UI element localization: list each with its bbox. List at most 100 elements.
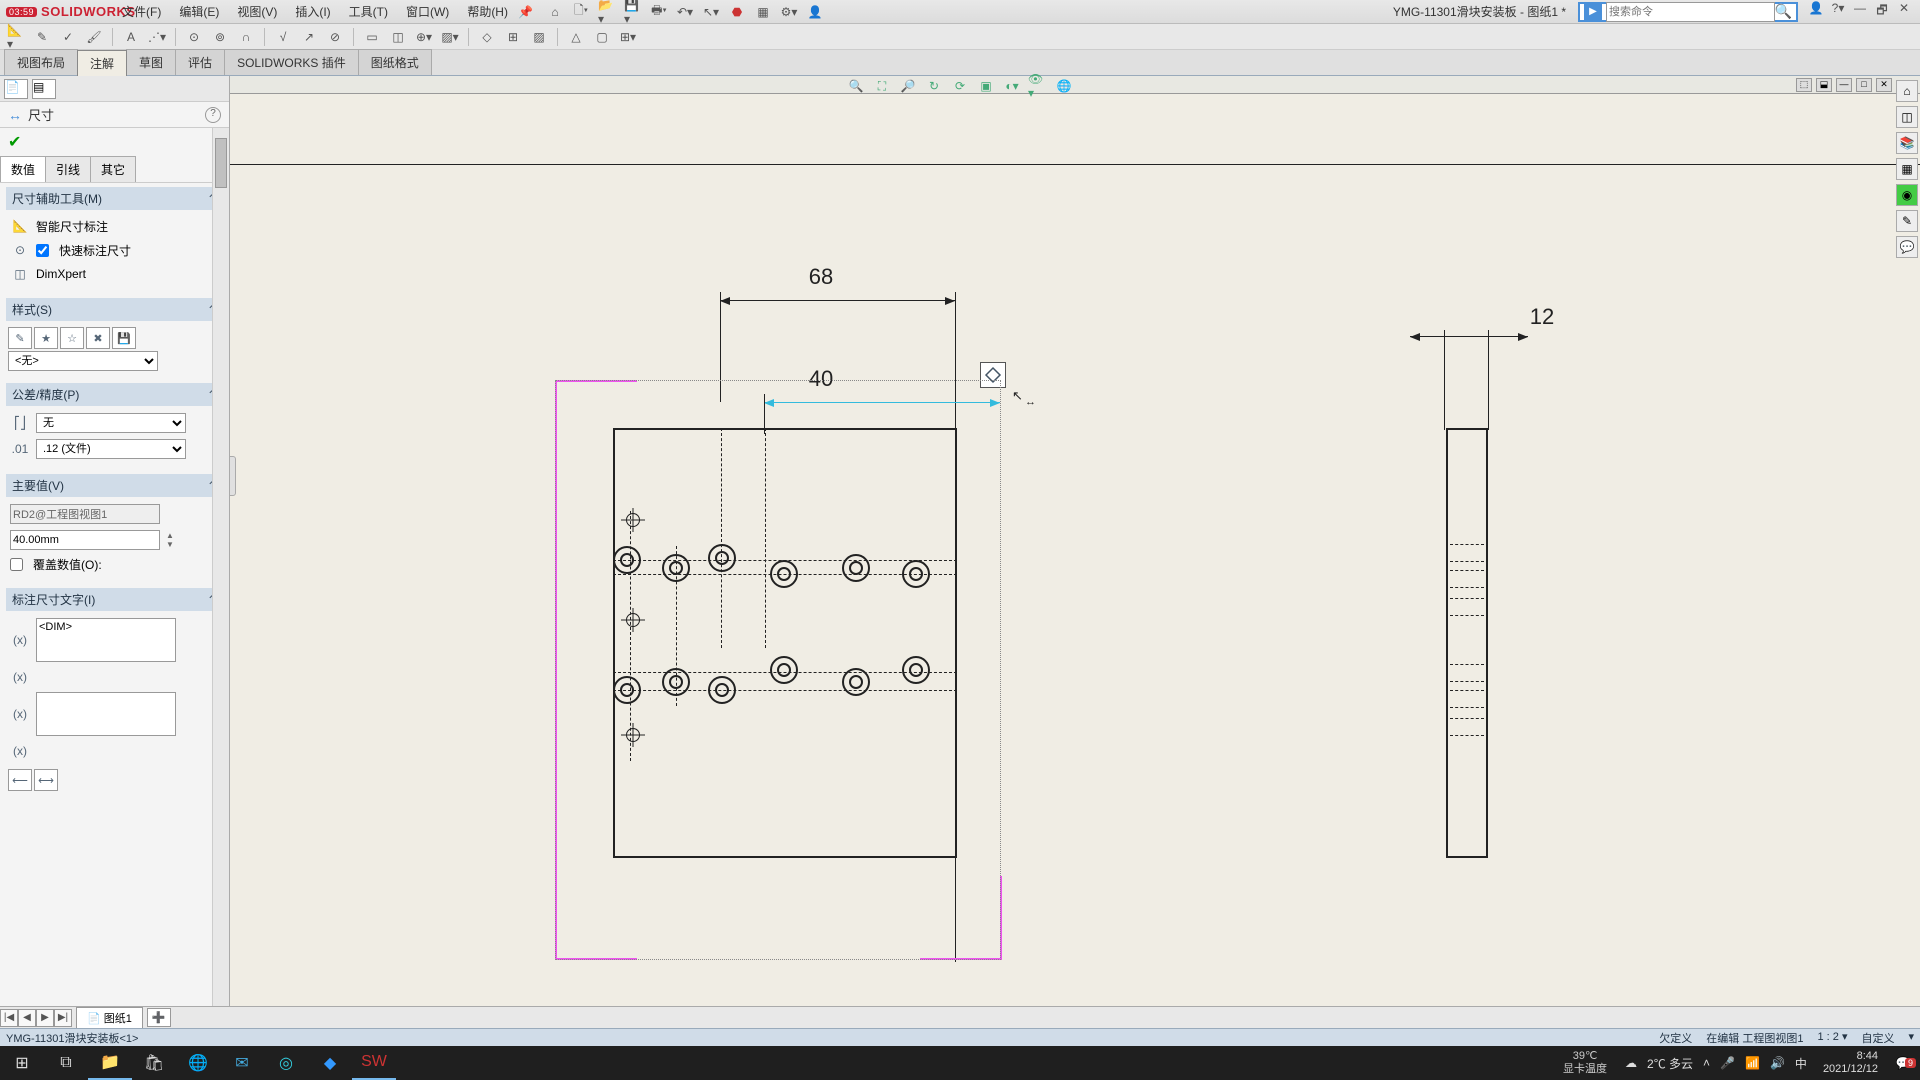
new-doc-icon[interactable]: 🗋▾ <box>572 3 590 21</box>
panel-gripper[interactable] <box>230 456 236 496</box>
app-kk-icon[interactable]: ◆ <box>308 1046 352 1080</box>
search-go-icon[interactable]: ▶ <box>1584 4 1602 20</box>
style-save-icon[interactable]: 💾 <box>112 327 136 349</box>
chrome-icon[interactable]: 🌐 <box>176 1046 220 1080</box>
search-icon[interactable]: 🔍 <box>1775 3 1792 20</box>
tool-spell-icon[interactable]: ✓ <box>58 27 78 47</box>
options-icon[interactable]: ▦ <box>754 3 772 21</box>
taskpane-forum-icon[interactable]: 💬 <box>1896 236 1918 258</box>
dimension-12-line[interactable] <box>1410 336 1528 337</box>
style-delete-icon[interactable]: ✖ <box>86 327 110 349</box>
text-above-icon[interactable]: (x) <box>10 631 30 649</box>
tool-table-icon[interactable]: ⊞▾ <box>618 27 638 47</box>
taskpane-appearance-icon[interactable]: ◉ <box>1896 184 1918 206</box>
dimension-68-text[interactable]: 68 <box>809 264 833 290</box>
status-collapse-icon[interactable]: ▾ <box>1908 1030 1914 1046</box>
status-custom[interactable]: 自定义 <box>1861 1030 1894 1046</box>
menu-file[interactable]: 文件(F) <box>118 1 165 22</box>
dimxpert-row[interactable]: ◫DimXpert <box>8 262 221 286</box>
menu-view[interactable]: 视图(V) <box>233 1 281 22</box>
mdi-popout-icon[interactable]: ⬚ <box>1796 78 1812 92</box>
home-icon[interactable]: ⌂ <box>546 3 564 21</box>
value-spin-up[interactable]: ▲ <box>166 531 174 540</box>
task-view-icon[interactable]: ⧉ <box>44 1046 88 1080</box>
menu-tools[interactable]: 工具(T) <box>345 1 392 22</box>
tool-datum-icon[interactable]: ◫ <box>388 27 408 47</box>
subtab-other[interactable]: 其它 <box>90 156 136 182</box>
smart-dim-row[interactable]: 📐智能尺寸标注 <box>8 214 221 238</box>
style-update-icon[interactable]: ☆ <box>60 327 84 349</box>
property-tab-icon[interactable]: ▤ <box>32 79 56 99</box>
rapid-dim-popup[interactable] <box>980 362 1006 388</box>
solidworks-taskbar-icon[interactable]: SW <box>352 1046 396 1080</box>
drawing-canvas[interactable]: 68 40 ↖ ↔ <box>230 76 1920 1046</box>
close-icon[interactable]: ✕ <box>1896 1 1912 22</box>
tab-sketch[interactable]: 草图 <box>126 49 176 75</box>
primary-value-field[interactable] <box>10 530 160 550</box>
zoom-fit-icon[interactable]: 🔍 <box>846 76 866 96</box>
taskpane-library-icon[interactable]: 📚 <box>1896 132 1918 154</box>
tool-centermark-icon[interactable]: ⊞ <box>503 27 523 47</box>
tolerance-select[interactable]: 无 <box>36 413 186 433</box>
text-right-icon[interactable]: (x) <box>10 742 30 760</box>
dimension-68-line[interactable] <box>720 300 955 301</box>
section-style[interactable]: 样式(S)⌃ <box>6 298 223 321</box>
restore-icon[interactable]: 🗗 <box>1874 1 1890 22</box>
notification-icon[interactable]: 💬9 <box>1886 1056 1920 1070</box>
mail-icon[interactable]: ✉ <box>220 1046 264 1080</box>
explorer-icon[interactable]: 📁 <box>88 1046 132 1080</box>
sheet-tab-1[interactable]: 📄 图纸1 <box>76 1007 143 1029</box>
mdi-max-icon[interactable]: □ <box>1856 78 1872 92</box>
zoom-select-icon[interactable]: 🔎 <box>898 76 918 96</box>
sheet-next-icon[interactable]: ▶ <box>36 1009 54 1027</box>
tool-hole-callout-icon[interactable]: ⊘ <box>325 27 345 47</box>
sheet-first-icon[interactable]: |◀ <box>0 1009 18 1027</box>
value-spin-down[interactable]: ▼ <box>166 540 174 549</box>
tool-auto-balloon-icon[interactable]: ⊚ <box>210 27 230 47</box>
override-checkbox[interactable] <box>10 558 23 571</box>
tool-area-hatch-icon[interactable]: ▨ <box>529 27 549 47</box>
tool-linear-pattern-icon[interactable]: ⋰▾ <box>147 27 167 47</box>
minimize-icon[interactable]: — <box>1852 1 1868 22</box>
style-apply-icon[interactable]: ✎ <box>8 327 32 349</box>
login-icon[interactable]: 👤 <box>1808 1 1824 22</box>
tray-mic-icon[interactable]: 🎤 <box>1720 1056 1735 1070</box>
sheet-last-icon[interactable]: ▶| <box>54 1009 72 1027</box>
hide-show-icon[interactable]: 👁▾ <box>1028 76 1048 96</box>
quick-dim-checkbox[interactable] <box>36 244 49 257</box>
print-icon[interactable]: 🖶▾ <box>650 3 668 21</box>
tab-annotation[interactable]: 注解 <box>77 50 127 76</box>
weather-icon[interactable]: ☁ <box>1625 1056 1637 1070</box>
subtab-value[interactable]: 数值 <box>0 156 46 182</box>
justify-center-icon[interactable]: ⟷ <box>34 769 58 791</box>
menu-edit[interactable]: 编辑(E) <box>175 1 223 22</box>
rotate-icon[interactable]: ↻ <box>924 76 944 96</box>
menu-help[interactable]: 帮助(H) <box>463 1 512 22</box>
tab-view-layout[interactable]: 视图布局 <box>4 49 78 75</box>
taskpane-home-icon[interactable]: ⌂ <box>1896 80 1918 102</box>
tool-surface-finish-icon[interactable]: √ <box>273 27 293 47</box>
feature-tree-tab-icon[interactable]: 📄 <box>4 79 28 99</box>
rebuild-icon[interactable]: ⬣ <box>728 3 746 21</box>
tab-plugins[interactable]: SOLIDWORKS 插件 <box>224 49 359 75</box>
mdi-split-icon[interactable]: ⬓ <box>1816 78 1832 92</box>
tool-block-icon[interactable]: ◇ <box>477 27 497 47</box>
mdi-close-icon[interactable]: ✕ <box>1876 78 1892 92</box>
tool-weld-icon[interactable]: ↗ <box>299 27 319 47</box>
section-dim-tools[interactable]: 尺寸辅助工具(M)⌃ <box>6 187 223 210</box>
tab-evaluate[interactable]: 评估 <box>175 49 225 75</box>
tool-balloon-icon[interactable]: ⊙ <box>184 27 204 47</box>
3d-view-icon[interactable]: 🌐 <box>1054 76 1074 96</box>
panel-scrollbar[interactable] <box>212 128 229 1046</box>
tray-ime-icon[interactable]: 中 <box>1795 1055 1807 1072</box>
tool-datum-target-icon[interactable]: ⊕▾ <box>414 27 434 47</box>
menu-window[interactable]: 窗口(W) <box>402 1 453 22</box>
tool-magnet-icon[interactable]: ∩ <box>236 27 256 47</box>
tray-chevron-icon[interactable]: ˄ <box>1703 1056 1710 1070</box>
tray-volume-icon[interactable]: 🔊 <box>1770 1056 1785 1070</box>
tool-note-icon[interactable]: A <box>121 27 141 47</box>
pin-icon[interactable]: 📌 <box>518 5 532 19</box>
taskpane-custom-icon[interactable]: ✎ <box>1896 210 1918 232</box>
taskpane-palette-icon[interactable]: ▦ <box>1896 158 1918 180</box>
dim-text-above[interactable]: <DIM> <box>36 618 176 662</box>
